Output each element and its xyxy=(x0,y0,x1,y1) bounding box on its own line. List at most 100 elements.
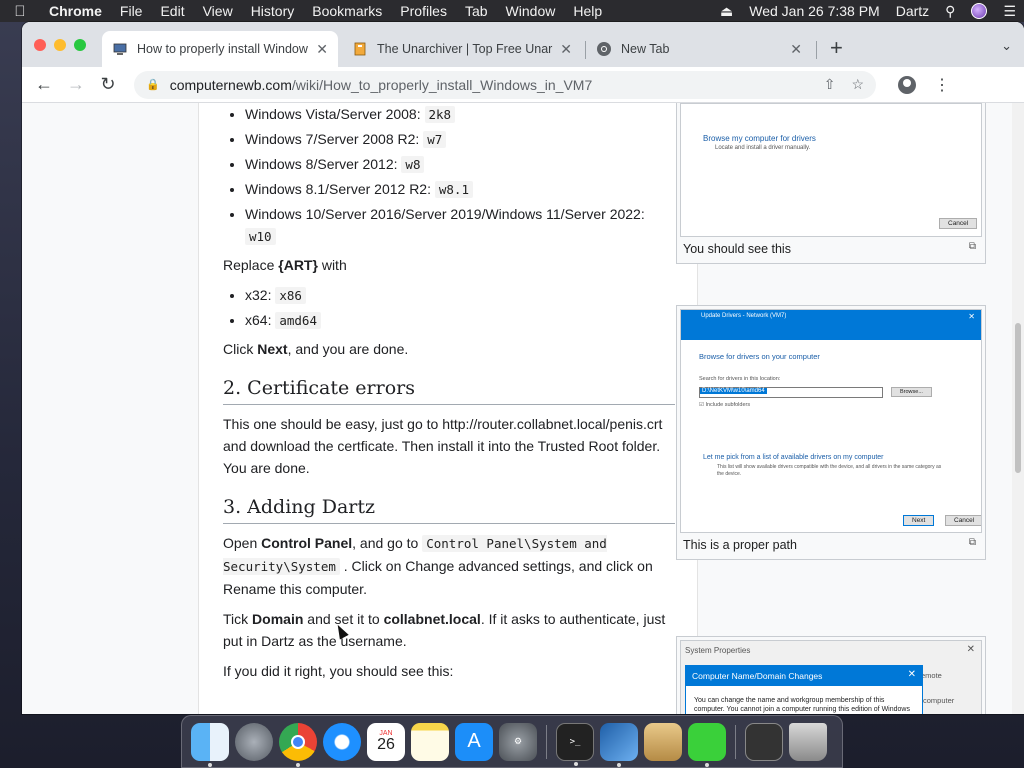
driver-path-field: D:\NetKVM\w10\amd64 xyxy=(699,387,883,398)
tab-newtab[interactable]: New Tab ✕ xyxy=(586,31,812,67)
menu-view[interactable]: View xyxy=(194,3,242,19)
arch-code-list: x32: x86 x64: amd64 xyxy=(245,284,675,332)
dialog-title: Update Drivers - Network (VM7) xyxy=(701,313,787,319)
tick-prefix: Tick xyxy=(223,611,249,627)
new-tab-button[interactable]: + xyxy=(830,35,843,61)
browser-toolbar: ← → ↻ 🔒 computernewb.com/wiki/How_to_pro… xyxy=(22,67,1024,103)
enlarge-icon[interactable]: ⧉ xyxy=(969,537,976,548)
trash-icon[interactable] xyxy=(789,722,827,761)
back-button[interactable]: ← xyxy=(28,74,60,95)
screenshot-image[interactable]: Update Drivers - Network (VM7) ✕ Browse … xyxy=(680,309,982,533)
safari-icon[interactable] xyxy=(323,722,361,761)
include-subfolders-label: ☑ Include subfolders xyxy=(699,402,751,408)
click-suffix: , and you are done. xyxy=(287,341,409,357)
thumbnail-proper-path: Update Drivers - Network (VM7) ✕ Browse … xyxy=(676,305,986,560)
bookmark-star-icon[interactable]: ☆ xyxy=(851,76,864,93)
share-icon[interactable]: ⇧ xyxy=(824,76,836,93)
running-indicator xyxy=(705,762,709,767)
dock-separator xyxy=(735,724,736,759)
list-item: Windows 8/Server 2012: w8 xyxy=(245,153,675,176)
close-tab-icon[interactable]: ✕ xyxy=(316,41,328,58)
screenshot-image[interactable]: Browse my computer for drivers Locate an… xyxy=(680,103,982,237)
activity-monitor-icon[interactable] xyxy=(688,722,726,767)
chrome-menu-icon[interactable]: ⋮ xyxy=(934,75,950,95)
menu-window[interactable]: Window xyxy=(497,3,565,19)
thumbnail-browse-drivers: Browse my computer for drivers Locate an… xyxy=(676,103,986,264)
control-center-icon[interactable]: ☰ xyxy=(1003,3,1016,20)
tab-title: New Tab xyxy=(621,42,670,56)
minimize-window-button[interactable] xyxy=(54,39,66,51)
menu-help[interactable]: Help xyxy=(564,3,611,19)
did-right-paragraph: If you did it right, you should see this… xyxy=(223,663,454,679)
menu-app-name[interactable]: Chrome xyxy=(40,3,111,19)
os-code: w10 xyxy=(245,228,276,245)
launchpad-icon[interactable] xyxy=(235,722,273,761)
thumb-cancel-button: Cancel xyxy=(945,515,981,526)
app-store-icon[interactable]: A xyxy=(455,722,493,761)
calendar-icon[interactable]: JAN 26 xyxy=(367,722,405,761)
lock-icon[interactable]: 🔒 xyxy=(146,78,160,91)
page-scrollbar[interactable] xyxy=(1012,103,1024,714)
thumb-caption-text: You should see this xyxy=(683,242,791,256)
close-tab-icon[interactable]: ✕ xyxy=(560,41,572,58)
menu-profiles[interactable]: Profiles xyxy=(391,3,456,19)
click-bold: Next xyxy=(257,341,288,357)
list-item: Windows 10/Server 2016/Server 2019/Windo… xyxy=(245,203,675,248)
tab-separator xyxy=(816,41,817,59)
tab-howto[interactable]: How to properly install Window ✕ xyxy=(102,31,338,67)
close-tab-icon[interactable]: ✕ xyxy=(790,41,802,58)
pick-list-link: Let me pick from a list of available dri… xyxy=(703,454,884,461)
address-bar[interactable]: 🔒 computernewb.com/wiki/How_to_properly_… xyxy=(134,70,876,99)
open-control-panel-paragraph: Open Control Panel, and go to Control Pa… xyxy=(223,532,675,600)
menubar-status-area: ⏏ Wed Jan 26 7:38 PM Dartz ⚲ ☰ xyxy=(712,3,1024,20)
tab-title: How to properly install Window xyxy=(137,42,308,56)
eject-icon[interactable]: ⏏ xyxy=(720,3,733,20)
zoom-window-button[interactable] xyxy=(74,39,86,51)
menubar-user[interactable]: Dartz xyxy=(896,3,929,19)
notes-icon[interactable] xyxy=(411,722,449,761)
thumb-browse-button: Browse... xyxy=(891,387,932,397)
reload-button[interactable]: ↻ xyxy=(92,74,124,95)
include-subfolders-text: Include subfolders xyxy=(705,402,751,408)
os-code: w7 xyxy=(423,131,447,148)
chrome-center-dot xyxy=(291,734,305,749)
archive-utility-icon[interactable] xyxy=(644,722,682,761)
chrome-icon[interactable] xyxy=(279,722,317,767)
menubar-datetime[interactable]: Wed Jan 26 7:38 PM xyxy=(749,3,879,19)
tab-unarchiver[interactable]: The Unarchiver | Top Free Unar ✕ xyxy=(342,31,582,67)
close-window-button[interactable] xyxy=(34,39,46,51)
menu-edit[interactable]: Edit xyxy=(151,3,193,19)
spotlight-search-icon[interactable]: ⚲ xyxy=(945,3,955,20)
virtualbox-icon[interactable] xyxy=(600,722,638,767)
system-preferences-icon[interactable]: ⚙ xyxy=(499,722,537,761)
siri-icon[interactable] xyxy=(971,3,988,19)
os-label: Windows 8/Server 2012: xyxy=(245,156,398,172)
terminal-icon[interactable]: >_ xyxy=(556,722,594,766)
menu-file[interactable]: File xyxy=(111,3,152,19)
tab-search-chevron-icon[interactable]: ⌄ xyxy=(1001,38,1012,54)
finder-icon[interactable] xyxy=(191,722,229,767)
scrollbar-thumb[interactable] xyxy=(1015,323,1021,473)
screenshot-image[interactable]: System Properties ✕ emote computer Compu… xyxy=(680,640,982,714)
article-body: Windows Vista/Server 2008: 2k8 Windows 7… xyxy=(198,103,698,714)
forward-button[interactable]: → xyxy=(60,74,92,95)
downloads-stack-icon[interactable] xyxy=(745,722,783,761)
enlarge-icon[interactable]: ⧉ xyxy=(969,241,976,252)
omnibox-actions: ⇧ ☆ xyxy=(808,76,864,93)
url-host: computernewb.com xyxy=(169,76,292,93)
tab-strip: How to properly install Window ✕ The Una… xyxy=(22,22,1024,67)
menu-bookmarks[interactable]: Bookmarks xyxy=(303,3,391,19)
side-text-computer: computer xyxy=(923,696,955,705)
apple-menu-icon[interactable]:  xyxy=(0,3,40,20)
side-text-remote: emote xyxy=(921,671,942,680)
dialog-heading: Browse for drivers on your computer xyxy=(699,352,820,361)
dock-separator xyxy=(546,724,547,759)
menu-tab[interactable]: Tab xyxy=(456,3,497,19)
menu-history[interactable]: History xyxy=(242,3,304,19)
profile-avatar-icon[interactable] xyxy=(898,75,916,94)
dialog-close-icon: ✕ xyxy=(968,312,975,321)
domain-changes-dialog: Computer Name/Domain Changes ✕ You can c… xyxy=(685,665,923,714)
system-properties-title: System Properties xyxy=(685,646,751,655)
chrome-window: How to properly install Window ✕ The Una… xyxy=(22,22,1024,714)
os-label: Windows 8.1/Server 2012 R2: xyxy=(245,181,431,197)
